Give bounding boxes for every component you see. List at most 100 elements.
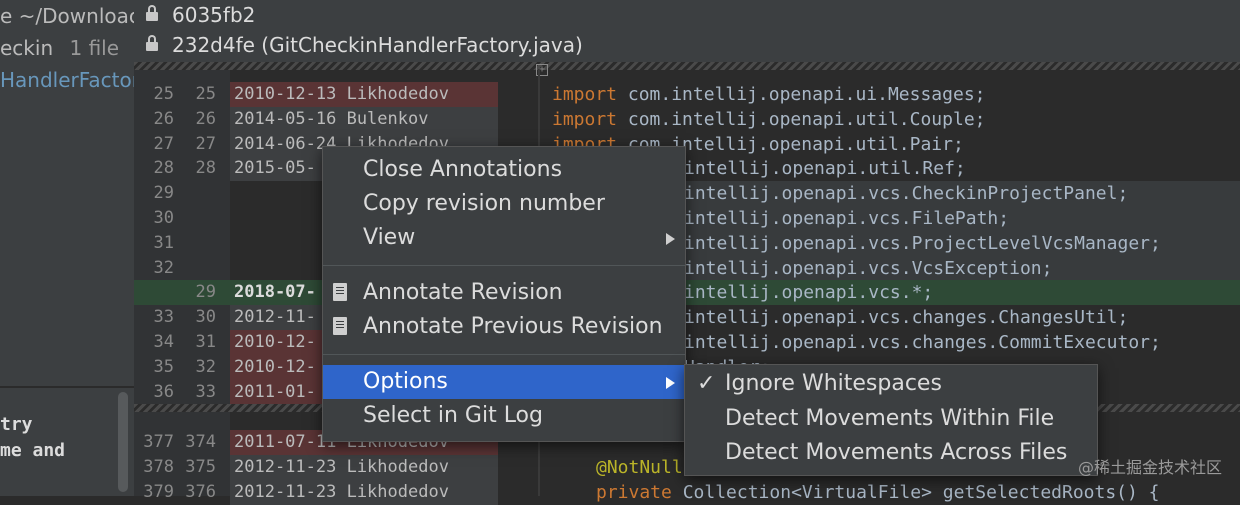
- document-icon: [333, 283, 347, 301]
- import-path: intellij.openapi.vcs.*;: [684, 282, 934, 304]
- submenu-item-detect-within[interactable]: Detect Movements Within File: [685, 402, 1097, 436]
- submenu-arrow-icon: [666, 377, 675, 389]
- line-number-right: 375: [185, 456, 216, 477]
- menu-item-label: Copy revision number: [363, 191, 605, 216]
- code-line: intellij.openapi.vcs.CheckinProjectPanel…: [684, 181, 1240, 207]
- left-code-line-1: try: [0, 414, 33, 435]
- line-number-left: 26: [153, 108, 174, 129]
- left-code-line-2: me and: [0, 440, 66, 461]
- watermark: @稀土掘金技术社区: [1077, 458, 1222, 477]
- commit-right: 232d4fe (GitCheckinHandlerFactory.java): [146, 33, 583, 57]
- left-scrollbar[interactable]: [118, 392, 128, 492]
- code-line: import com.intellij.openapi.ui.Messages;: [552, 82, 986, 107]
- code-annotation-line: @NotNull: [596, 455, 683, 480]
- annotation-context-menu: Close Annotations Copy revision number V…: [322, 146, 686, 442]
- annotation-text: 2010-12-13 Likhodedov: [230, 82, 498, 107]
- line-number-left: 28: [153, 158, 174, 179]
- line-number-right: 32: [195, 356, 216, 377]
- menu-item-close-annotations[interactable]: Close Annotations: [323, 153, 685, 187]
- changelist-label: eckin: [0, 36, 54, 60]
- code-line: intellij.openapi.vcs.VcsException;: [684, 255, 1240, 281]
- line-number-left: 379: [143, 481, 174, 502]
- diff-header: 6035fb2 232d4fe (GitCheckinHandlerFactor…: [134, 0, 1240, 62]
- line-number-left: 34: [153, 332, 174, 352]
- lock-icon: [146, 5, 158, 21]
- import-path: intellij.openapi.vcs.changes.CommitExecu…: [684, 332, 1161, 353]
- line-number-right: 31: [195, 332, 216, 352]
- commit-left-hash: 6035fb2: [172, 3, 256, 27]
- line-number-right: 25: [195, 84, 216, 104]
- submenu-arrow-icon: [666, 233, 675, 245]
- submenu-item-detect-across[interactable]: Detect Movements Across Files: [685, 436, 1097, 470]
- menu-item-label: Annotate Revision: [363, 280, 563, 305]
- menu-item-label: Close Annotations: [363, 157, 563, 182]
- changelist-item[interactable]: eckin 1 file: [0, 36, 119, 60]
- import-keyword: import: [552, 84, 618, 105]
- menu-item-select-in-git-log[interactable]: Select in Git Log: [323, 399, 685, 433]
- line-number-left: 377: [143, 432, 174, 452]
- import-keyword: import: [552, 108, 618, 130]
- menu-item-label: Options: [363, 369, 448, 394]
- document-icon: [333, 317, 347, 335]
- import-path: intellij.openapi.vcs.changes.ChangesUtil…: [684, 307, 1129, 329]
- commit-right-hash: 232d4fe (GitCheckinHandlerFactory.java): [172, 33, 583, 57]
- private-keyword: private: [596, 482, 672, 503]
- code-line: intellij.openapi.util.Ref;: [684, 156, 966, 181]
- import-path: intellij.openapi.vcs.ProjectLevelVcsMana…: [684, 232, 1161, 254]
- check-icon: ✓: [697, 371, 716, 396]
- submenu-item-label: Detect Movements Within File: [725, 406, 1055, 431]
- file-item-handler-factory[interactable]: HandlerFactor: [0, 68, 134, 92]
- code-line: intellij.openapi.vcs.FilePath;: [684, 206, 1240, 231]
- collapsed-region-top: [134, 62, 1240, 70]
- code-line: intellij.openapi.vcs.changes.ChangesUtil…: [684, 305, 1128, 330]
- import-path: intellij.openapi.vcs.VcsException;: [684, 257, 1053, 279]
- line-number-left: 33: [153, 307, 174, 328]
- method-signature: Collection<VirtualFile> getSelectedRoots…: [671, 482, 1160, 503]
- annotation-text: 2012-11-23 Likhodedov: [230, 479, 498, 505]
- code-line: intellij.openapi.vcs.ProjectLevelVcsMana…: [684, 230, 1240, 256]
- submenu-item-label: Ignore Whitespaces: [725, 371, 942, 396]
- line-number-right: 29: [195, 282, 216, 303]
- line-number-right: 27: [195, 133, 216, 154]
- import-path: com.intellij.openapi.util.Couple;: [617, 108, 986, 130]
- menu-separator: [323, 354, 685, 355]
- line-number-left: 36: [153, 381, 174, 402]
- line-number-left: 30: [153, 208, 174, 228]
- options-submenu: ✓ Ignore Whitespaces Detect Movements Wi…: [684, 364, 1098, 476]
- menu-item-copy-revision[interactable]: Copy revision number: [323, 187, 685, 221]
- line-number-left: 378: [143, 456, 174, 477]
- line-number-right: 376: [185, 481, 216, 502]
- menu-item-label: Annotate Previous Revision: [363, 314, 663, 339]
- import-path: intellij.openapi.vcs.CheckinProjectPanel…: [684, 183, 1129, 205]
- line-number-left: 32: [153, 257, 174, 278]
- menu-item-options[interactable]: Options: [323, 365, 685, 399]
- lock-icon: [146, 35, 158, 51]
- code-line: import com.intellij.openapi.util.Couple;: [552, 107, 986, 132]
- menu-item-annotate-previous[interactable]: Annotate Previous Revision: [323, 310, 685, 344]
- annotation-text: 2014-05-16 Bulenkov: [230, 106, 498, 132]
- menu-item-annotate-revision[interactable]: Annotate Revision: [323, 276, 685, 310]
- path-label: e ~/Downloac: [0, 4, 134, 28]
- menu-separator: [323, 265, 685, 266]
- line-number-right: 26: [195, 108, 216, 129]
- menu-item-view[interactable]: View: [323, 221, 685, 255]
- submenu-item-label: Detect Movements Across Files: [725, 440, 1068, 465]
- line-number-right: 33: [195, 381, 216, 402]
- import-path: intellij.openapi.util.Ref;: [684, 158, 966, 180]
- menu-item-label: Select in Git Log: [363, 403, 543, 428]
- line-number-right: 28: [195, 158, 216, 179]
- left-panel: e ~/Downloac eckin 1 file HandlerFactor …: [0, 0, 134, 496]
- line-number-left: 29: [153, 183, 174, 204]
- code-line: intellij.openapi.vcs.*;: [684, 280, 1240, 306]
- line-number-left: 27: [153, 133, 174, 154]
- code-method-line: private Collection<VirtualFile> getSelec…: [596, 480, 1160, 505]
- submenu-item-ignore-whitespaces[interactable]: ✓ Ignore Whitespaces: [685, 367, 1097, 401]
- line-number-right: 374: [185, 432, 216, 452]
- notnull-annotation: @NotNull: [596, 457, 683, 478]
- panel-divider: [0, 386, 134, 388]
- line-number-left: 31: [153, 232, 174, 253]
- commit-left: 6035fb2: [146, 3, 255, 27]
- menu-item-label: View: [363, 225, 416, 250]
- line-number-left: 35: [153, 356, 174, 377]
- file-count: 1 file: [69, 36, 120, 60]
